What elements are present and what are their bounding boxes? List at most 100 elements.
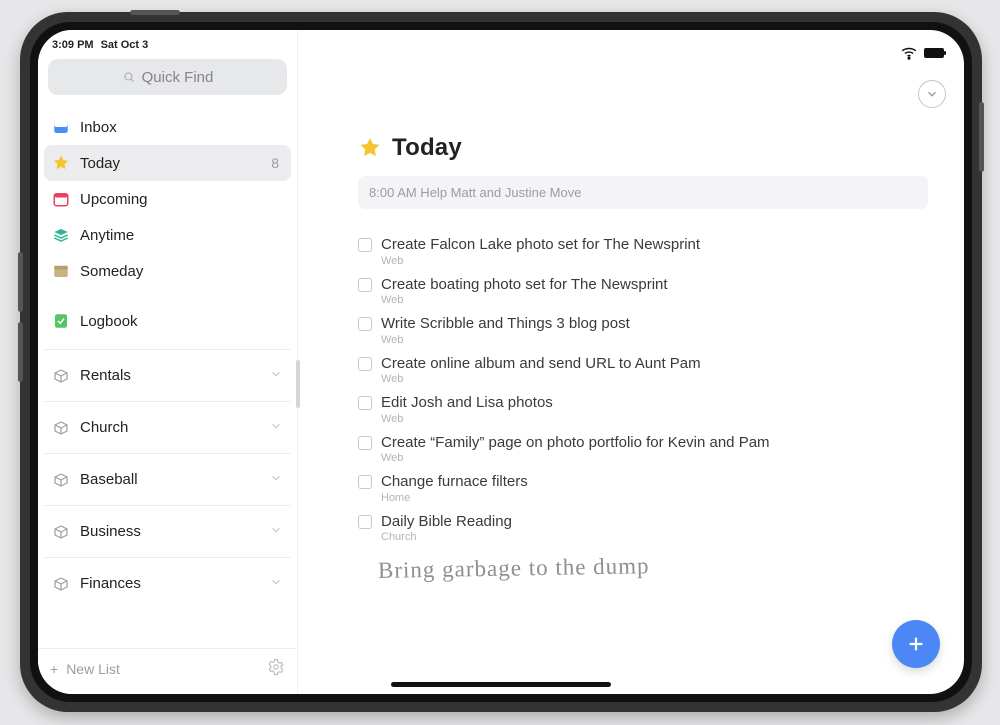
status-date: Sat Oct 3 (101, 39, 149, 51)
scheduled-row[interactable]: 8:00 AM Help Matt and Justine Move (358, 176, 928, 209)
archive-icon (52, 262, 70, 280)
task-checkbox[interactable] (358, 238, 372, 252)
task-list: Create Falcon Lake photo set for The New… (358, 231, 928, 547)
task-row[interactable]: Create “Family” page on photo portfolio … (358, 429, 928, 469)
sidebar-area-label: Baseball (80, 471, 138, 488)
sidebar-area-finances[interactable]: Finances (44, 557, 291, 609)
sidebar-item-label: Upcoming (80, 191, 148, 208)
sidebar-area-rentals[interactable]: Rentals (44, 349, 291, 401)
task-row[interactable]: Change furnace filtersHome (358, 468, 928, 508)
task-row[interactable]: Create boating photo set for The Newspri… (358, 271, 928, 311)
task-row[interactable]: Write Scribble and Things 3 blog postWeb (358, 310, 928, 350)
task-row[interactable]: Create Falcon Lake photo set for The New… (358, 231, 928, 271)
chevron-down-icon (269, 575, 283, 593)
sidebar-item-someday[interactable]: Someday (44, 253, 291, 289)
sidebar-item-label: Today (80, 155, 120, 172)
ipad-frame: 3:09 PM Sat Oct 3 Quick Find Inbox (20, 12, 982, 712)
task-category: Web (381, 255, 928, 267)
task-title: Daily Bible Reading (381, 512, 928, 532)
box-icon (52, 419, 70, 437)
task-row[interactable]: Edit Josh and Lisa photosWeb (358, 389, 928, 429)
sidebar-item-upcoming[interactable]: Upcoming (44, 181, 291, 217)
task-checkbox[interactable] (358, 475, 372, 489)
star-icon (358, 136, 382, 160)
plus-icon (905, 633, 927, 655)
chevron-down-icon (269, 367, 283, 385)
task-checkbox[interactable] (358, 396, 372, 410)
inbox-icon (52, 118, 70, 136)
box-icon (52, 471, 70, 489)
task-checkbox[interactable] (358, 278, 372, 292)
sidebar-item-inbox[interactable]: Inbox (44, 109, 291, 145)
task-title: Create “Family” page on photo portfolio … (381, 433, 928, 453)
chevron-down-icon (269, 523, 283, 541)
task-checkbox[interactable] (358, 436, 372, 450)
status-time: 3:09 PM (52, 39, 94, 51)
star-icon (52, 154, 70, 172)
sidebar-item-anytime[interactable]: Anytime (44, 217, 291, 253)
calendar-icon (52, 190, 70, 208)
new-task-button[interactable] (892, 620, 940, 668)
sidebar-area-label: Rentals (80, 367, 131, 384)
box-icon (52, 575, 70, 593)
task-category: Church (381, 531, 928, 543)
task-checkbox[interactable] (358, 317, 372, 331)
box-icon (52, 523, 70, 541)
sidebar-area-baseball[interactable]: Baseball (44, 453, 291, 505)
task-title: Create online album and send URL to Aunt… (381, 354, 928, 374)
sidebar-smart-lists: Inbox Today 8 Upcoming (38, 103, 297, 339)
gear-icon (267, 658, 285, 676)
task-title: Create Falcon Lake photo set for The New… (381, 235, 928, 255)
sidebar-area-business[interactable]: Business (44, 505, 291, 557)
scheduled-text: 8:00 AM Help Matt and Justine Move (369, 185, 581, 200)
sidebar-scrollbar[interactable] (296, 360, 300, 408)
sidebar-area-label: Finances (80, 575, 141, 592)
logbook-icon (52, 312, 70, 330)
task-category: Web (381, 452, 928, 464)
sidebar-area-label: Business (80, 523, 141, 540)
task-title: Write Scribble and Things 3 blog post (381, 314, 928, 334)
task-category: Web (381, 334, 928, 346)
device-volume-down (18, 322, 23, 382)
main-content: Today 8:00 AM Help Matt and Justine Move… (298, 30, 964, 694)
task-category: Web (381, 373, 928, 385)
box-icon (52, 367, 70, 385)
search-icon (122, 70, 136, 84)
chevron-down-icon (269, 419, 283, 437)
sidebar-item-label: Anytime (80, 227, 134, 244)
page-title: Today (392, 134, 462, 162)
wifi-icon (900, 44, 918, 62)
task-category: Home (381, 492, 928, 504)
collapse-button[interactable] (918, 80, 946, 108)
task-title: Edit Josh and Lisa photos (381, 393, 928, 413)
chevron-down-icon (925, 87, 939, 101)
task-checkbox[interactable] (358, 515, 372, 529)
plus-icon: + (50, 661, 58, 677)
sidebar: 3:09 PM Sat Oct 3 Quick Find Inbox (38, 30, 298, 694)
task-row[interactable]: Create online album and send URL to Aunt… (358, 350, 928, 390)
task-title: Change furnace filters (381, 472, 928, 492)
task-checkbox[interactable] (358, 357, 372, 371)
sidebar-today-count: 8 (271, 155, 283, 171)
stack-icon (52, 226, 70, 244)
task-title: Create boating photo set for The Newspri… (381, 275, 928, 295)
sidebar-areas: Rentals Church Baseball (38, 339, 297, 648)
settings-button[interactable] (267, 658, 285, 679)
chevron-down-icon (269, 471, 283, 489)
quick-find-input[interactable]: Quick Find (48, 59, 287, 95)
sidebar-item-today[interactable]: Today 8 (44, 145, 291, 181)
device-volume-up (18, 252, 23, 312)
status-bar-right (900, 44, 944, 62)
device-side-button (979, 102, 984, 172)
sidebar-item-logbook[interactable]: Logbook (44, 303, 291, 339)
task-row[interactable]: Daily Bible ReadingChurch (358, 508, 928, 548)
status-bar-left: 3:09 PM Sat Oct 3 (38, 30, 297, 57)
sidebar-footer: + New List (38, 648, 297, 688)
page-header: Today (358, 134, 938, 162)
new-list-button[interactable]: New List (66, 661, 120, 677)
home-indicator[interactable] (391, 682, 611, 687)
task-category: Web (381, 413, 928, 425)
sidebar-item-label: Someday (80, 263, 143, 280)
sidebar-area-church[interactable]: Church (44, 401, 291, 453)
sidebar-item-label: Logbook (80, 313, 138, 330)
